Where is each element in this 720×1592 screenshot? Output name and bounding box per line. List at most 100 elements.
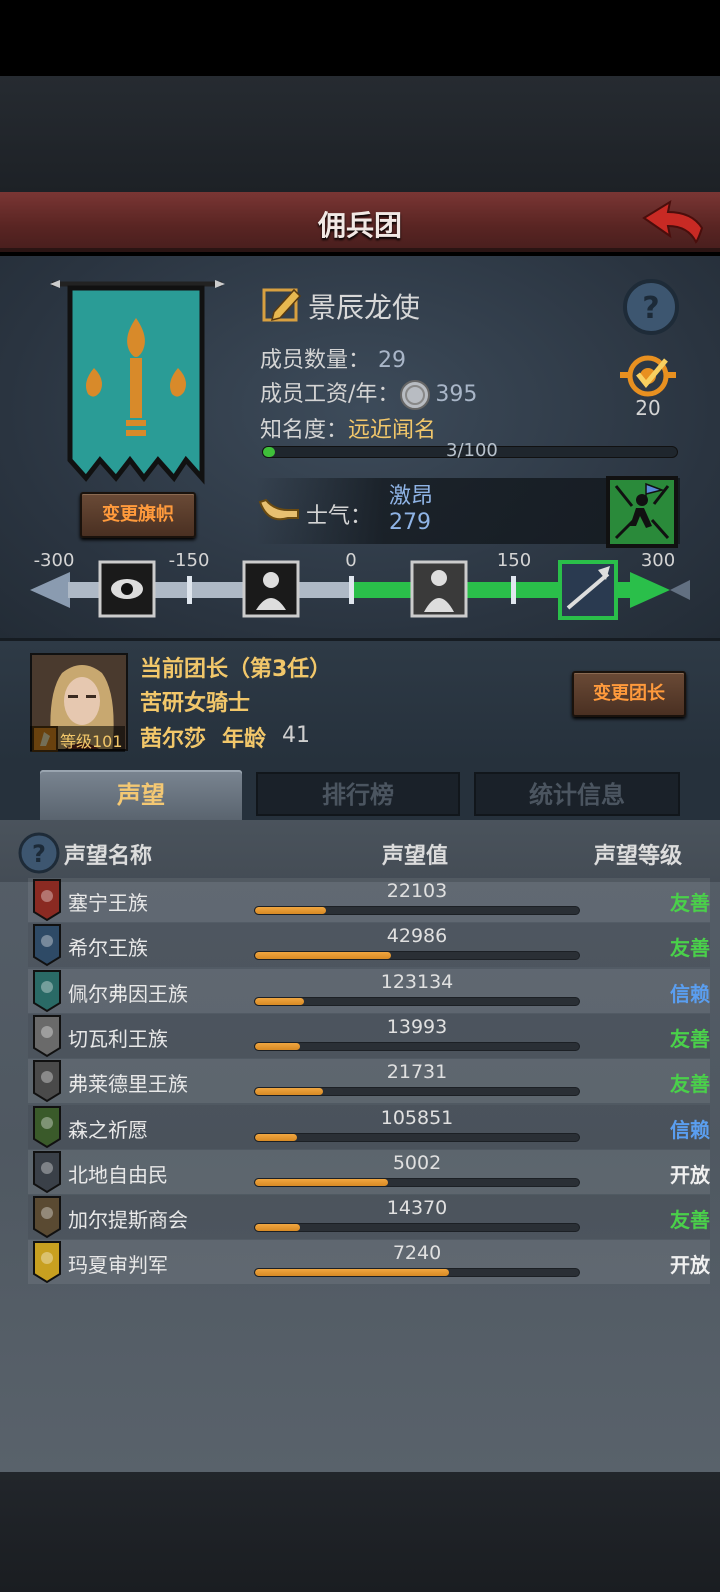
reputation-level: 信赖: [670, 1117, 710, 1142]
faction-name: 弗莱德里王族: [68, 1072, 188, 1097]
change-banner-button[interactable]: 变更旗帜: [80, 492, 196, 538]
scale-tick-label: -300: [34, 550, 75, 571]
fame-progress-fill: [263, 447, 276, 457]
reputation-value: 5002: [392, 1151, 442, 1174]
reputation-row[interactable]: 切瓦利王族 13993 友善: [28, 1013, 710, 1058]
reputation-progress-bar: [254, 906, 580, 915]
faction-crest-icon: [33, 879, 61, 922]
reputation-level: 开放: [670, 1162, 710, 1187]
tab-statistics[interactable]: 统计信息: [474, 772, 680, 816]
reputation-progress-fill: [255, 1042, 301, 1050]
reputation-row[interactable]: 玛夏审判军 7240 开放: [28, 1240, 710, 1285]
member-wage: 成员工资/年： 395: [260, 376, 477, 411]
back-arrow-icon[interactable]: [640, 198, 706, 244]
leader-age: 41: [282, 723, 310, 748]
faction-name: 玛夏审判军: [68, 1253, 168, 1278]
column-header-level: 声望等级: [594, 844, 683, 869]
faction-name: 切瓦利王族: [68, 1026, 168, 1051]
tab-ranking[interactable]: 排行榜: [256, 772, 460, 816]
faction-name: 北地自由民: [68, 1162, 168, 1187]
reputation-row[interactable]: 加尔提斯商会 14370 友善: [28, 1195, 710, 1240]
reputation-level: 友善: [670, 936, 710, 961]
faction-crest-icon: [33, 1241, 61, 1284]
morale-charge-icon[interactable]: [606, 476, 678, 548]
reputation-header: ? 声望名称 声望值 声望等级: [0, 820, 720, 882]
reputation-progress-bar: [254, 1268, 580, 1278]
target-badge-icon: [620, 355, 676, 397]
leader-class: 苦研女骑士: [140, 691, 251, 716]
title-bar: 佣兵团: [0, 192, 720, 252]
reputation-row[interactable]: 森之祈愿 105851 信赖: [28, 1104, 710, 1149]
reputation-row[interactable]: 佩尔弗因王族 123134 信赖: [28, 968, 710, 1013]
reputation-progress-fill: [255, 1088, 324, 1096]
member-wage-value: 395: [435, 382, 478, 407]
reputation-row[interactable]: 北地自由民 5002 开放: [28, 1149, 710, 1194]
scale-tick-label: 150: [497, 550, 531, 571]
top-backdrop: [0, 76, 720, 192]
faction-name: 佩尔弗因王族: [68, 981, 188, 1006]
help-icon[interactable]: ?: [622, 278, 680, 336]
tab-reputation[interactable]: 声望: [40, 770, 242, 820]
faction-name: 希尔王族: [68, 936, 148, 961]
reputation-level: 友善: [670, 1026, 710, 1051]
column-header-value: 声望值: [382, 844, 449, 869]
faction-crest-icon: [33, 1060, 61, 1103]
leader-age-label: 年龄: [222, 727, 267, 752]
reputation-row[interactable]: 塞宁王族 22103 友善: [28, 878, 710, 922]
page-title: 佣兵团: [317, 209, 402, 242]
reputation-value: 14370: [386, 1197, 448, 1220]
reputation-progress-bar: [254, 951, 580, 961]
faction-crest-icon: [33, 1105, 61, 1148]
faction-name: 森之祈愿: [68, 1117, 148, 1142]
reputation-value: 42986: [386, 925, 448, 948]
horn-icon: [258, 498, 299, 521]
silver-coin-icon: [400, 380, 431, 410]
reputation-progress-bar: [254, 1132, 580, 1142]
faction-crest-icon: [33, 1196, 61, 1239]
reputation-progress-fill: [255, 1269, 450, 1277]
reputation-level: 友善: [670, 1208, 710, 1233]
leader-name: 茜尔莎: [140, 727, 207, 752]
reputation-value: 21731: [386, 1061, 448, 1084]
reputation-level: 友善: [670, 1072, 710, 1097]
help-icon[interactable]: ?: [18, 832, 60, 874]
reputation-value: 7240: [392, 1242, 442, 1265]
morale-value: 279: [389, 510, 431, 535]
reputation-progress-fill: [255, 907, 327, 914]
reputation-level: 开放: [670, 1253, 710, 1278]
company-panel: 变更旗帜 景辰龙使 ? 成员数量： 29 成员工资/年： 395 知名度：远近闻名 …: [0, 256, 720, 638]
reputation-progress-bar: [254, 1177, 580, 1187]
reputation-value: 105851: [380, 1106, 454, 1129]
member-wage-label: 成员工资/年：: [260, 382, 400, 407]
reputation-progress-bar: [254, 996, 580, 1006]
edit-name-icon[interactable]: [262, 284, 302, 324]
svg-text:?: ?: [32, 840, 46, 868]
leader-title: 当前团长（第3任）: [140, 657, 332, 682]
status-bar-area: [0, 0, 720, 76]
fame-label: 知名度：: [260, 418, 349, 443]
reputation-progress-fill: [255, 952, 392, 960]
rank-badge-value: 20: [635, 396, 661, 420]
reputation-progress-bar: [254, 1087, 580, 1097]
reputation-progress-bar: [254, 1041, 580, 1051]
change-leader-button[interactable]: 变更团长: [572, 671, 686, 717]
faction-crest-icon: [33, 1150, 61, 1193]
fame: 知名度：远近闻名: [260, 412, 436, 444]
leader-level: 等级101: [30, 726, 125, 752]
company-banner: [50, 280, 225, 485]
faction-crest-icon: [33, 924, 61, 967]
company-name: 景辰龙使: [308, 291, 421, 324]
scale-tick-label: 0: [345, 550, 356, 571]
reputation-row[interactable]: 希尔王族 42986 友善: [28, 923, 710, 968]
scale-tick-label: -150: [169, 550, 210, 571]
faction-name: 加尔提斯商会: [68, 1208, 188, 1233]
member-count: 成员数量： 29: [260, 342, 406, 374]
faction-crest-icon: [33, 1014, 61, 1058]
reputation-progress-fill: [255, 1178, 388, 1186]
reputation-row[interactable]: 弗莱德里王族 21731 友善: [28, 1059, 710, 1104]
faction-name: 塞宁王族: [68, 891, 148, 915]
member-count-label: 成员数量：: [260, 348, 371, 373]
fame-count: 3/100: [446, 440, 498, 461]
reputation-value: 123134: [380, 970, 454, 993]
rank-badge[interactable]: 20: [616, 352, 680, 422]
